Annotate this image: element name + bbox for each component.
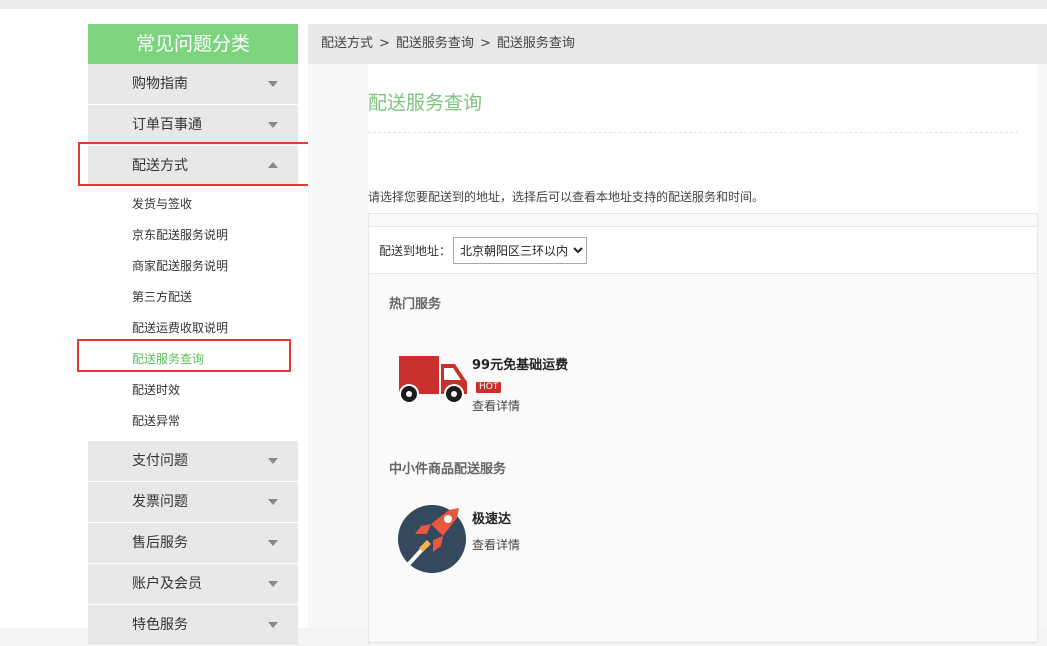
service-card-express: 极速达 查看详情: [397, 504, 677, 584]
chevron-down-icon: [268, 581, 278, 587]
highlight-box-delivery-category: [78, 142, 312, 186]
sidebar-category-payment[interactable]: 支付问题: [88, 441, 298, 482]
address-label: 配送到地址：: [379, 244, 452, 258]
service-name: 极速达: [472, 512, 512, 527]
service-name: 99元免基础运费: [472, 358, 569, 373]
submenu-item[interactable]: 配送时效: [88, 375, 298, 406]
category-label: 支付问题: [132, 453, 188, 469]
sidebar-category-orders[interactable]: 订单百事通: [88, 105, 298, 146]
title-divider: [368, 132, 1018, 133]
category-label: 账户及会员: [132, 576, 202, 592]
sidebar-title: 常见问题分类: [88, 24, 298, 64]
top-strip: [0, 0, 1047, 9]
truck-icon: [399, 356, 467, 404]
view-details-link[interactable]: 查看详情: [472, 536, 520, 553]
submenu-item[interactable]: 京东配送服务说明: [88, 220, 298, 251]
delivery-submenu: 发货与签收 京东配送服务说明 商家配送服务说明 第三方配送 配送运费收取说明 配…: [88, 187, 298, 441]
chevron-down-icon: [268, 81, 278, 87]
breadcrumb-item[interactable]: 配送方式: [321, 36, 373, 51]
category-label: 购物指南: [132, 76, 188, 92]
breadcrumb-separator: >: [479, 36, 491, 51]
breadcrumb-separator: >: [379, 36, 390, 51]
submenu-item[interactable]: 第三方配送: [88, 282, 298, 313]
service-panel: 配送到地址： 北京朝阳区三环以内 热门服务 99元免基础运费 HOT 查看详情 …: [368, 213, 1038, 643]
sidebar-category-shopping-guide[interactable]: 购物指南: [88, 64, 298, 105]
submenu-item[interactable]: 配送异常: [88, 406, 298, 437]
submenu-item[interactable]: 发货与签收: [88, 189, 298, 220]
rocket-icon: [398, 505, 466, 573]
sidebar-category-after-sales[interactable]: 售后服务: [88, 523, 298, 564]
address-select[interactable]: 北京朝阳区三环以内: [453, 237, 587, 264]
section-title-hot: 热门服务: [389, 297, 442, 312]
sidebar-category-invoice[interactable]: 发票问题: [88, 482, 298, 523]
breadcrumb: 配送方式 > 配送服务查询 > 配送服务查询: [308, 24, 1047, 64]
page: 常见问题分类 购物指南 订单百事通 配送方式 发货与签收 京东配送服务说明 商家…: [0, 9, 1047, 646]
view-details-link[interactable]: 查看详情: [472, 397, 520, 414]
chevron-down-icon: [268, 540, 278, 546]
highlight-box-service-query: [77, 339, 291, 372]
address-row: 配送到地址： 北京朝阳区三环以内: [369, 226, 1037, 274]
page-title: 配送服务查询: [368, 92, 483, 114]
breadcrumb-item[interactable]: 配送服务查询: [396, 36, 474, 51]
breadcrumb-item[interactable]: 配送服务查询: [497, 36, 575, 51]
category-label: 发票问题: [132, 494, 188, 510]
hot-badge: HOT: [476, 382, 502, 393]
chevron-down-icon: [268, 458, 278, 464]
sidebar-category-account[interactable]: 账户及会员: [88, 564, 298, 605]
sidebar-category-special[interactable]: 特色服务: [88, 605, 298, 646]
chevron-down-icon: [268, 622, 278, 628]
category-label: 订单百事通: [132, 117, 202, 133]
content-area: 配送服务查询 请选择您要配送到的地址，选择后可以查看本地址支持的配送服务和时间。…: [368, 64, 1038, 643]
submenu-item[interactable]: 商家配送服务说明: [88, 251, 298, 282]
service-card-free-shipping: 99元免基础运费 HOT 查看详情: [397, 342, 677, 422]
intro-text: 请选择您要配送到的地址，选择后可以查看本地址支持的配送服务和时间。: [368, 190, 765, 204]
faq-sidebar: 常见问题分类 购物指南 订单百事通 配送方式 发货与签收 京东配送服务说明 商家…: [88, 24, 298, 646]
chevron-down-icon: [268, 122, 278, 128]
chevron-down-icon: [268, 499, 278, 505]
category-label: 特色服务: [132, 617, 188, 633]
category-label: 售后服务: [132, 535, 188, 551]
main-area: 配送方式 > 配送服务查询 > 配送服务查询 配送服务查询 请选择您要配送到的地址，选择…: [308, 24, 1047, 643]
section-title-small-items: 中小件商品配送服务: [389, 462, 507, 477]
